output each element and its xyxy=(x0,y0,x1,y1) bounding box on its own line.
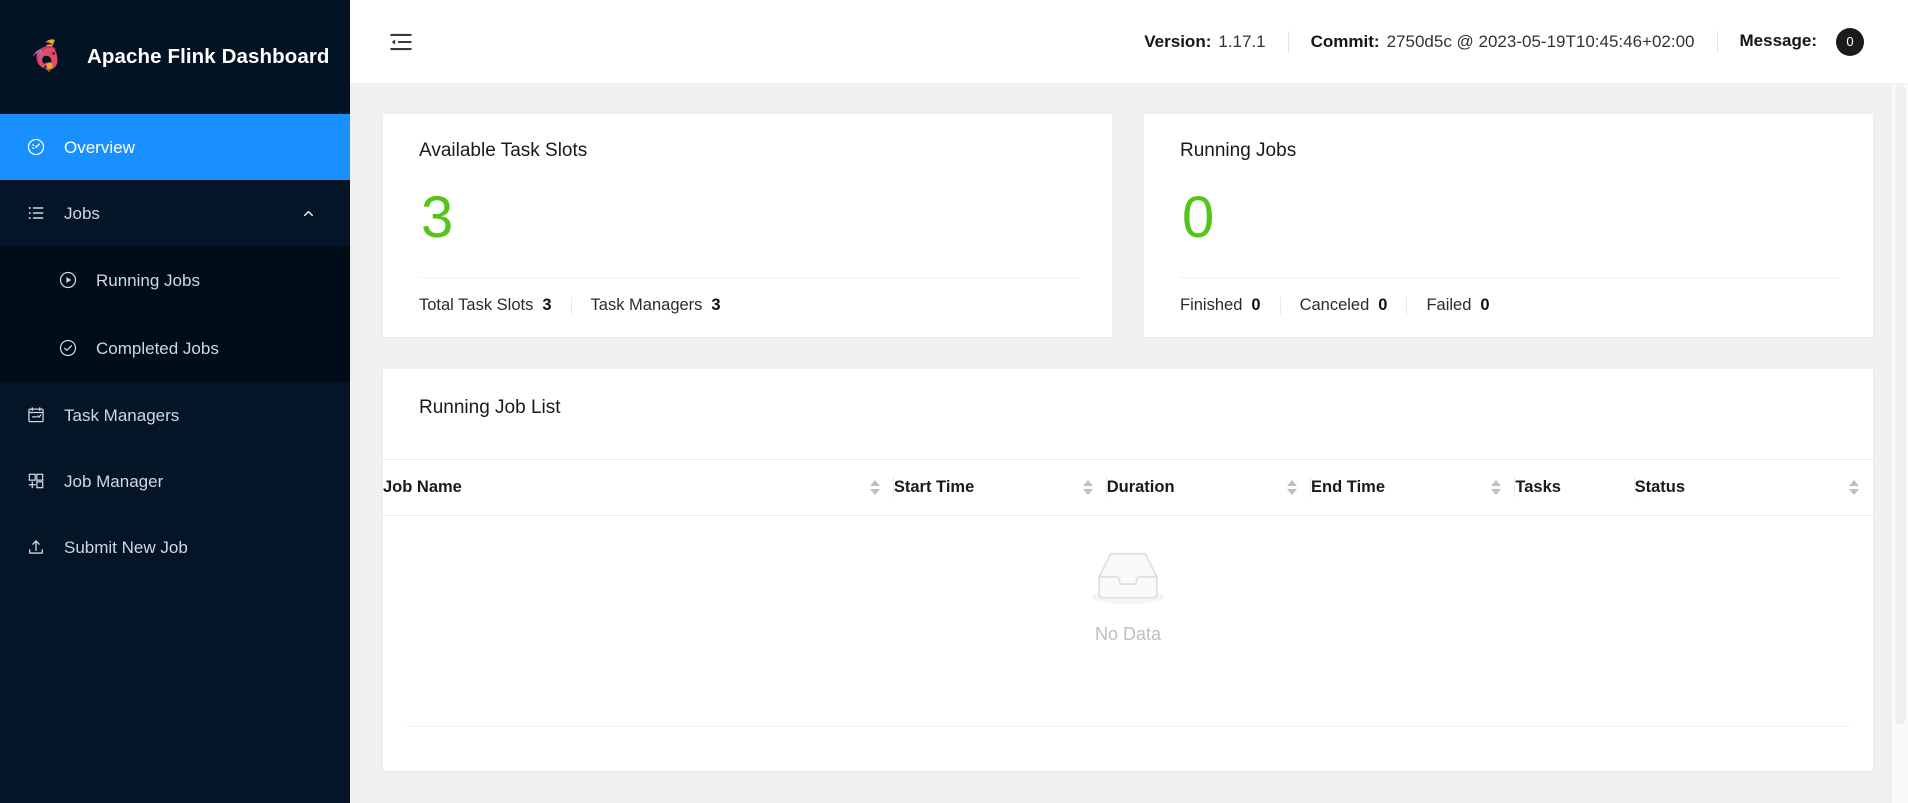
running-job-list-card: Running Job List Job Name Start Time Dur… xyxy=(383,368,1873,771)
stat-canceled: Canceled 0 xyxy=(1300,296,1388,315)
task-slots-stats: Total Task Slots 3 Task Managers 3 xyxy=(419,278,1078,315)
card-title: Available Task Slots xyxy=(419,140,588,161)
column-label: Status xyxy=(1634,477,1685,496)
message-info[interactable]: Message: 0 xyxy=(1739,27,1864,56)
stat-value: 0 xyxy=(1378,295,1388,314)
check-circle-icon xyxy=(57,338,78,359)
sidebar-item-label: Task Managers xyxy=(64,405,180,425)
sidebar: Apache Flink Dashboard Overview Jobs Run… xyxy=(0,0,350,803)
empty-box-icon xyxy=(1082,539,1174,614)
column-header-status[interactable]: Status xyxy=(1634,458,1873,516)
stat-total-task-slots: Total Task Slots 3 xyxy=(419,296,552,315)
commit-info: Commit: 2750d5c @ 2023-05-19T10:45:46+02… xyxy=(1311,32,1695,52)
sort-toggle-icon[interactable] xyxy=(869,479,880,495)
calendar-check-icon xyxy=(25,405,46,426)
list-icon xyxy=(25,203,46,224)
stat-label: Finished xyxy=(1180,295,1243,314)
column-header-end-time[interactable]: End Time xyxy=(1311,458,1516,516)
sidebar-item-submit-new-job[interactable]: Submit New Job xyxy=(0,514,350,580)
column-header-duration[interactable]: Duration xyxy=(1106,458,1312,516)
running-jobs-table: Job Name Start Time Duration End Time Ta… xyxy=(383,458,1873,516)
running-jobs-value: 0 xyxy=(1182,184,1215,250)
sidebar-item-label: Job Manager xyxy=(64,471,164,491)
column-header-start-time[interactable]: Start Time xyxy=(893,458,1107,516)
column-label: Job Name xyxy=(383,477,462,496)
available-task-slots-value: 3 xyxy=(421,184,454,250)
sort-toggle-icon[interactable] xyxy=(1287,479,1298,495)
sidebar-item-completed-jobs[interactable]: Completed Jobs xyxy=(0,314,350,382)
stat-divider xyxy=(1406,296,1408,314)
sidebar-item-label: Overview xyxy=(64,137,135,157)
stat-card-row: Available Task Slots 3 Total Task Slots … xyxy=(383,114,1873,337)
stat-failed: Failed 0 xyxy=(1426,296,1489,315)
column-label: Duration xyxy=(1106,477,1175,496)
chevron-up-icon[interactable] xyxy=(300,205,316,221)
stat-divider xyxy=(1279,296,1281,314)
sidebar-item-label: Submit New Job xyxy=(64,537,188,557)
sidebar-nav: Overview Jobs Running Jobs Completed Job… xyxy=(0,114,350,803)
commit-label: Commit: xyxy=(1310,31,1380,51)
message-label: Message: xyxy=(1739,31,1817,50)
stat-divider xyxy=(570,296,572,314)
column-label: End Time xyxy=(1311,477,1386,496)
available-task-slots-card: Available Task Slots 3 Total Task Slots … xyxy=(383,114,1112,337)
sidebar-item-overview[interactable]: Overview xyxy=(0,114,350,180)
table-footer-divider xyxy=(405,725,1851,727)
column-label: Start Time xyxy=(893,477,975,496)
dashboard-gauge-icon xyxy=(25,137,46,158)
app-root: Apache Flink Dashboard Overview Jobs Run… xyxy=(0,0,1908,803)
sidebar-item-label: Completed Jobs xyxy=(96,338,219,358)
sidebar-item-label: Running Jobs xyxy=(96,270,200,290)
version-value: 1.17.1 xyxy=(1218,31,1266,51)
content-area: Available Task Slots 3 Total Task Slots … xyxy=(350,84,1908,803)
running-job-list-title: Running Job List xyxy=(419,396,561,418)
version-label: Version: xyxy=(1144,31,1212,51)
empty-state-text: No Data xyxy=(1094,623,1162,644)
upload-icon xyxy=(25,537,46,558)
brand-title: Apache Flink Dashboard xyxy=(87,45,330,68)
header-meta: Version: 1.17.1 Commit: 2750d5c @ 2023-0… xyxy=(1144,27,1864,56)
running-jobs-card: Running Jobs 0 Finished 0 Canceled 0 Fai… xyxy=(1144,114,1873,337)
stat-label: Total Task Slots xyxy=(419,295,534,314)
sort-toggle-icon[interactable] xyxy=(1849,479,1859,495)
layout-grid-icon xyxy=(25,471,46,492)
vertical-scrollbar[interactable] xyxy=(1892,84,1908,803)
message-count-badge[interactable]: 0 xyxy=(1836,27,1864,56)
scrollbar-thumb[interactable] xyxy=(1895,84,1906,724)
jobs-submenu: Running Jobs Completed Jobs xyxy=(0,246,350,382)
sidebar-item-label: Jobs xyxy=(64,203,100,223)
stat-value: 3 xyxy=(542,295,552,314)
table-header-row: Job Name Start Time Duration End Time Ta… xyxy=(383,458,1873,516)
card-title: Running Jobs xyxy=(1180,140,1297,161)
menu-fold-icon[interactable] xyxy=(384,25,418,59)
stat-finished: Finished 0 xyxy=(1180,296,1261,315)
sidebar-item-job-manager[interactable]: Job Manager xyxy=(0,448,350,514)
sort-toggle-icon[interactable] xyxy=(1082,479,1093,495)
brand-header: Apache Flink Dashboard xyxy=(0,0,350,114)
running-jobs-stats: Finished 0 Canceled 0 Failed 0 xyxy=(1180,278,1839,315)
stat-value: 3 xyxy=(711,295,721,314)
version-info: Version: 1.17.1 xyxy=(1144,32,1265,52)
empty-state: No Data xyxy=(383,539,1873,645)
play-circle-icon xyxy=(57,270,78,291)
stat-label: Failed xyxy=(1426,295,1472,314)
column-label: Tasks xyxy=(1515,477,1561,496)
header-divider-2 xyxy=(1716,30,1718,53)
stat-task-managers: Task Managers 3 xyxy=(591,296,721,315)
sidebar-item-running-jobs[interactable]: Running Jobs xyxy=(0,246,350,314)
sidebar-item-jobs[interactable]: Jobs xyxy=(0,180,350,246)
stat-label: Task Managers xyxy=(590,295,703,314)
main-area: Version: 1.17.1 Commit: 2750d5c @ 2023-0… xyxy=(350,0,1908,803)
top-header: Version: 1.17.1 Commit: 2750d5c @ 2023-0… xyxy=(350,0,1908,84)
header-divider-1 xyxy=(1287,30,1289,53)
column-header-job-name[interactable]: Job Name xyxy=(383,458,894,516)
stat-value: 0 xyxy=(1251,295,1261,314)
stat-value: 0 xyxy=(1480,295,1490,314)
sidebar-item-task-managers[interactable]: Task Managers xyxy=(0,382,350,448)
flink-squirrel-logo-icon xyxy=(25,34,71,80)
stat-label: Canceled xyxy=(1299,295,1370,314)
commit-value: 2750d5c @ 2023-05-19T10:45:46+02:00 xyxy=(1386,31,1695,51)
column-header-tasks[interactable]: Tasks xyxy=(1515,458,1635,516)
sort-toggle-icon[interactable] xyxy=(1491,479,1502,495)
